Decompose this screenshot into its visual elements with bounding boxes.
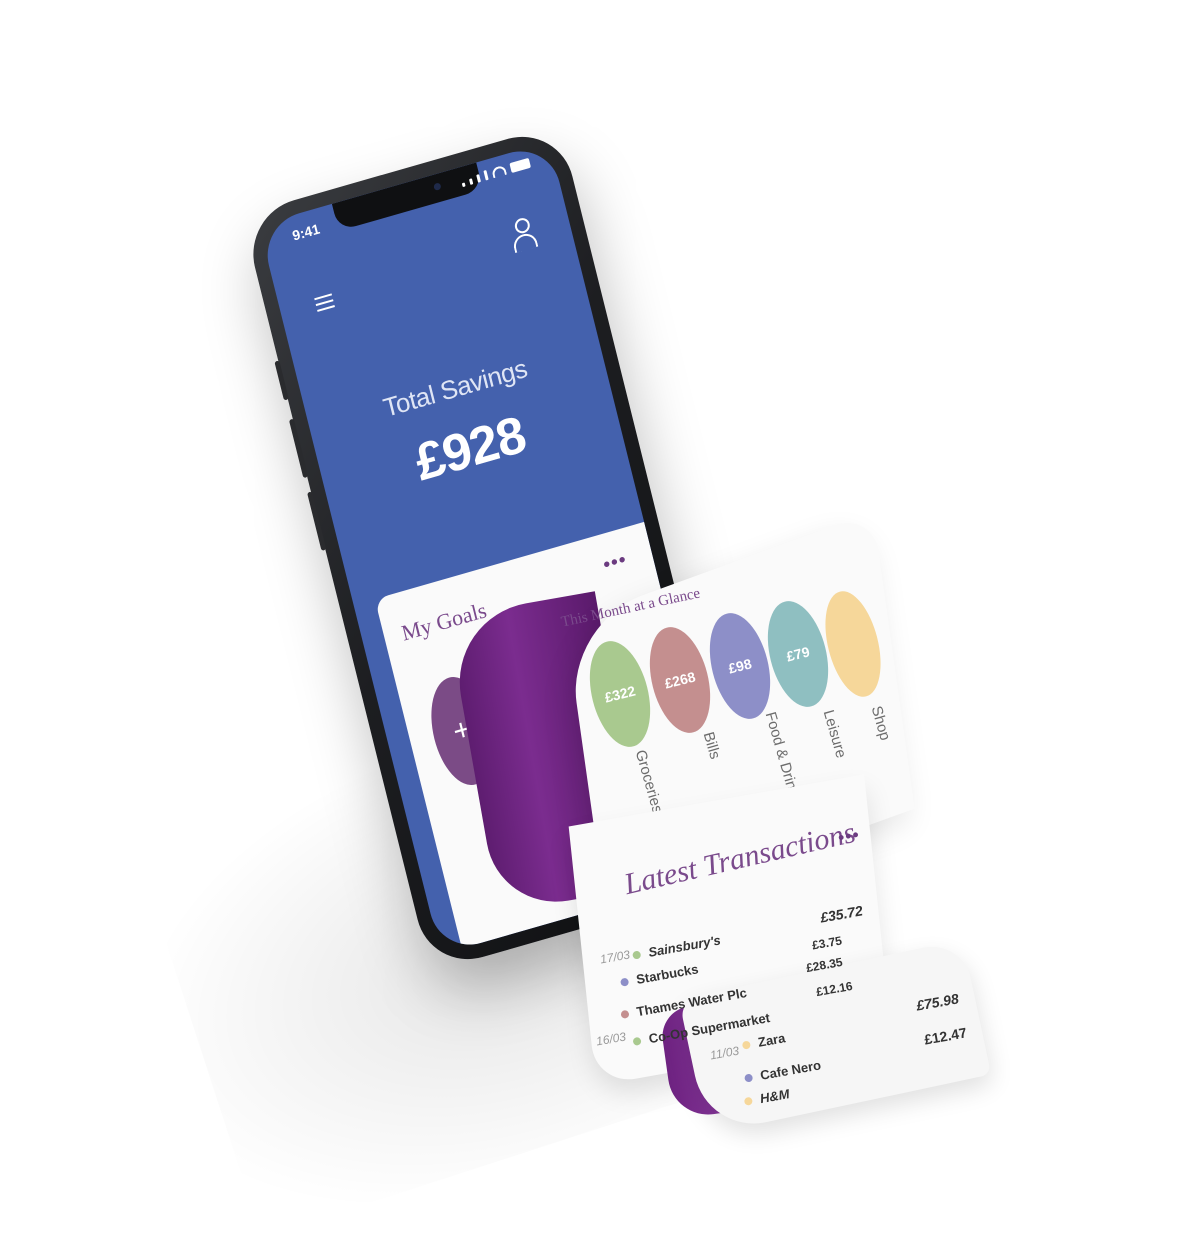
category-dot (620, 1009, 630, 1019)
category-dot (619, 977, 630, 987)
category-dot (632, 1036, 642, 1046)
hamburger-icon[interactable] (314, 293, 335, 312)
status-time: 9:41 (290, 220, 322, 244)
category-amount: £79 (784, 643, 812, 665)
camera-dot (433, 182, 442, 191)
battery-icon (509, 157, 532, 174)
category-dot (743, 1096, 753, 1106)
category-amount: £98 (726, 655, 754, 677)
goals-more-icon[interactable]: ••• (601, 548, 630, 577)
category-dot (743, 1072, 754, 1083)
scene: 9:41 Total Savings £928 My Goals ••• + T… (0, 0, 1200, 1238)
signal-icon (468, 178, 474, 185)
category-amount: £268 (662, 668, 698, 692)
signal-icon (476, 174, 482, 183)
category-dot (741, 1039, 751, 1050)
person-icon[interactable] (508, 215, 539, 255)
transactions-more-icon[interactable]: ••• (836, 824, 861, 848)
signal-icon (483, 169, 489, 181)
signal-icon (461, 182, 466, 188)
category-dot (631, 949, 642, 960)
category-amount: £322 (602, 682, 638, 706)
wifi-icon (491, 164, 507, 179)
